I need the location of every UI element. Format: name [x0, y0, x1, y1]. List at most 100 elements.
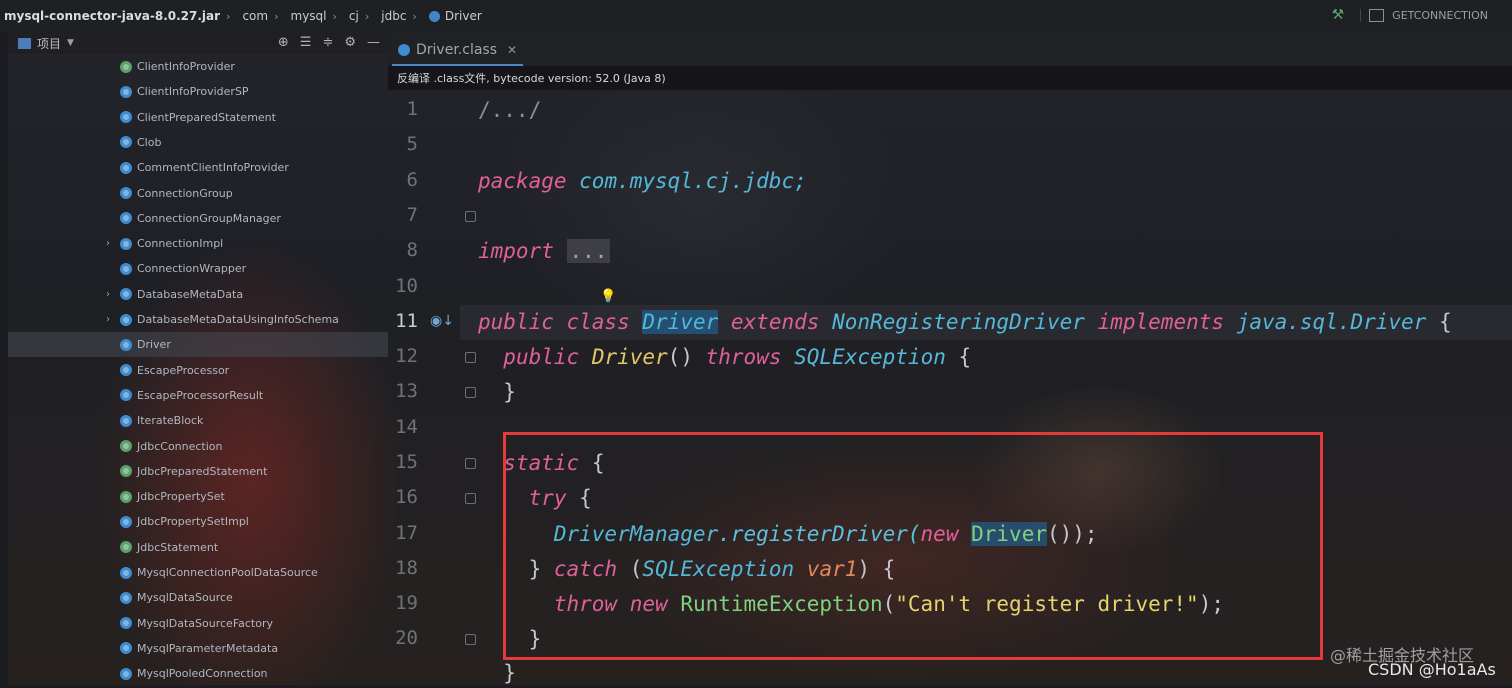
run-configuration-selector[interactable]: GETCONNECTION: [1360, 8, 1488, 22]
breadcrumb-jar[interactable]: mysql-connector-java-8.0.27.jar: [4, 9, 220, 23]
tree-item[interactable]: ClientInfoProviderSP: [8, 79, 388, 104]
tree-item[interactable]: ClientInfoProvider: [8, 54, 388, 79]
tree-item[interactable]: › ConnectionImpl: [8, 231, 388, 256]
fold-marker-icon[interactable]: [465, 387, 476, 398]
collapse-all-icon[interactable]: ≑: [322, 35, 333, 50]
code-line-13: }: [478, 377, 516, 407]
highlight-annotation-box: [503, 432, 1323, 660]
chevron-right-icon[interactable]: ›: [106, 289, 110, 300]
tree-item[interactable]: › DatabaseMetaDataUsingInfoSchema: [8, 307, 388, 332]
tree-item[interactable]: CommentClientInfoProvider: [8, 155, 388, 180]
close-icon[interactable]: ✕: [507, 43, 517, 57]
class-icon: [120, 338, 132, 351]
project-panel-tools: ⊕ ☰ ≑ ⚙ —: [278, 35, 380, 50]
tree-item[interactable]: JdbcStatement: [8, 535, 388, 560]
minimize-icon[interactable]: —: [367, 35, 380, 50]
expand-all-icon[interactable]: ☰: [300, 35, 312, 50]
interface-icon: [120, 60, 132, 73]
tree-item[interactable]: IterateBlock: [8, 408, 388, 433]
chevron-right-icon[interactable]: ›: [106, 238, 110, 249]
tree-item-label: JdbcConnection: [137, 439, 223, 453]
implements-gutter-icon[interactable]: ◉↓: [430, 313, 454, 329]
breadcrumb-driver[interactable]: Driver: [428, 9, 482, 23]
package-name: com.mysql.cj.jdbc;: [566, 169, 807, 193]
project-panel-title[interactable]: 项目: [37, 35, 61, 52]
tree-item[interactable]: MysqlParameterMetadata: [8, 636, 388, 661]
code-line-12: public Driver() throws SQLException {: [478, 342, 971, 372]
line-number: 17: [395, 522, 418, 544]
tree-item[interactable]: JdbcPreparedStatement: [8, 459, 388, 484]
breadcrumb-com[interactable]: com: [242, 9, 268, 23]
tree-item-label: JdbcPreparedStatement: [137, 464, 268, 478]
tree-item-label: MysqlPooledConnection: [137, 667, 268, 681]
gear-icon[interactable]: ⚙: [344, 35, 356, 50]
code-line-6: package com.mysql.cj.jdbc;: [478, 166, 807, 196]
collapsed-comment[interactable]: /.../: [478, 98, 541, 122]
class-icon: [120, 566, 132, 579]
tree-item[interactable]: MysqlDataSource: [8, 585, 388, 610]
tool-window-strip[interactable]: [0, 32, 8, 685]
keyword-package: package: [478, 169, 567, 193]
decompile-notice: 反编译 .class文件, bytecode version: 52.0 (Ja…: [397, 72, 666, 85]
class-icon: [120, 667, 132, 680]
code-line-21: }: [478, 658, 516, 688]
tree-item-label: Driver: [137, 338, 171, 352]
tab-label: Driver.class: [416, 42, 497, 58]
run-toolbar: ⚒ GETCONNECTION: [1332, 7, 1488, 23]
class-icon: [120, 136, 132, 149]
tree-item[interactable]: ConnectionGroupManager: [8, 206, 388, 231]
interface-name: java.sql.Driver: [1236, 310, 1427, 334]
tree-item[interactable]: ConnectionGroup: [8, 181, 388, 206]
fold-marker-icon[interactable]: [465, 211, 476, 222]
tree-item-label: EscapeProcessor: [137, 363, 230, 377]
code-line-11: public class Driver extends NonRegisteri…: [478, 307, 1452, 337]
tree-item[interactable]: MysqlConnectionPoolDataSource: [8, 560, 388, 585]
breadcrumb-mysql[interactable]: mysql: [291, 9, 327, 23]
tree-item-label: MysqlParameterMetadata: [137, 641, 279, 655]
tree-item[interactable]: Driver: [8, 332, 388, 358]
tree-item[interactable]: MysqlDataSourceFactory: [8, 611, 388, 636]
chevron-right-icon: ›: [332, 9, 337, 23]
line-number-gutter[interactable]: 1 5 6 7 8 10 11 12 13 14 15 16 17 18 19 …: [388, 90, 460, 685]
class-icon: [120, 642, 132, 655]
watermark-csdn: CSDN @Ho1aAs: [1368, 660, 1496, 679]
class-icon: [120, 414, 132, 427]
tree-item-label: MysqlConnectionPoolDataSource: [137, 566, 318, 579]
chevron-down-icon[interactable]: ▼: [67, 38, 74, 48]
chevron-right-icon[interactable]: ›: [106, 314, 110, 325]
chevron-right-icon: ›: [226, 9, 231, 23]
tree-item-label: ConnectionGroupManager: [137, 211, 281, 225]
fold-marker-icon[interactable]: [465, 352, 476, 363]
tree-item[interactable]: JdbcPropertySet: [8, 484, 388, 509]
fold-marker-icon[interactable]: [465, 458, 476, 469]
tree-item[interactable]: JdbcPropertySetImpl: [8, 509, 388, 534]
tree-item[interactable]: ClientPreparedStatement: [8, 105, 388, 130]
tree-item[interactable]: › DatabaseMetaData: [8, 282, 388, 307]
keyword-public-class: public class: [478, 310, 630, 334]
chevron-right-icon: ›: [364, 9, 370, 23]
project-tree[interactable]: ClientInfoProvider ClientInfoProviderSP Cl…: [8, 54, 388, 685]
tree-item[interactable]: JdbcConnection: [8, 434, 388, 459]
keyword-extends: extends: [730, 310, 820, 334]
fold-marker-icon[interactable]: [465, 493, 476, 504]
tree-item[interactable]: EscapeProcessor: [8, 358, 388, 383]
tree-item[interactable]: EscapeProcessorResult: [8, 383, 388, 408]
breadcrumb-driver-label: Driver: [444, 9, 482, 23]
line-number: 8: [406, 239, 418, 261]
tree-item[interactable]: Clob: [8, 130, 388, 155]
line-number: 5: [406, 133, 418, 155]
build-hammer-icon[interactable]: ⚒: [1332, 7, 1345, 23]
tree-item-label: Clob: [137, 135, 162, 149]
editor-tab-bar: Driver.class ✕: [388, 32, 1512, 66]
fold-marker-icon[interactable]: [465, 634, 476, 645]
tree-item[interactable]: MysqlPooledConnection: [8, 661, 388, 686]
tree-item[interactable]: ConnectionWrapper: [8, 256, 388, 281]
locate-icon[interactable]: ⊕: [278, 35, 289, 50]
breadcrumb-cj[interactable]: cj: [349, 9, 359, 23]
tab-driver-class[interactable]: Driver.class ✕: [392, 36, 524, 66]
brace: {: [958, 345, 972, 369]
breadcrumb-jdbc[interactable]: jdbc: [381, 9, 406, 23]
folded-imports[interactable]: ...: [566, 239, 611, 263]
line-number: 10: [395, 275, 418, 297]
brace: }: [503, 661, 516, 685]
